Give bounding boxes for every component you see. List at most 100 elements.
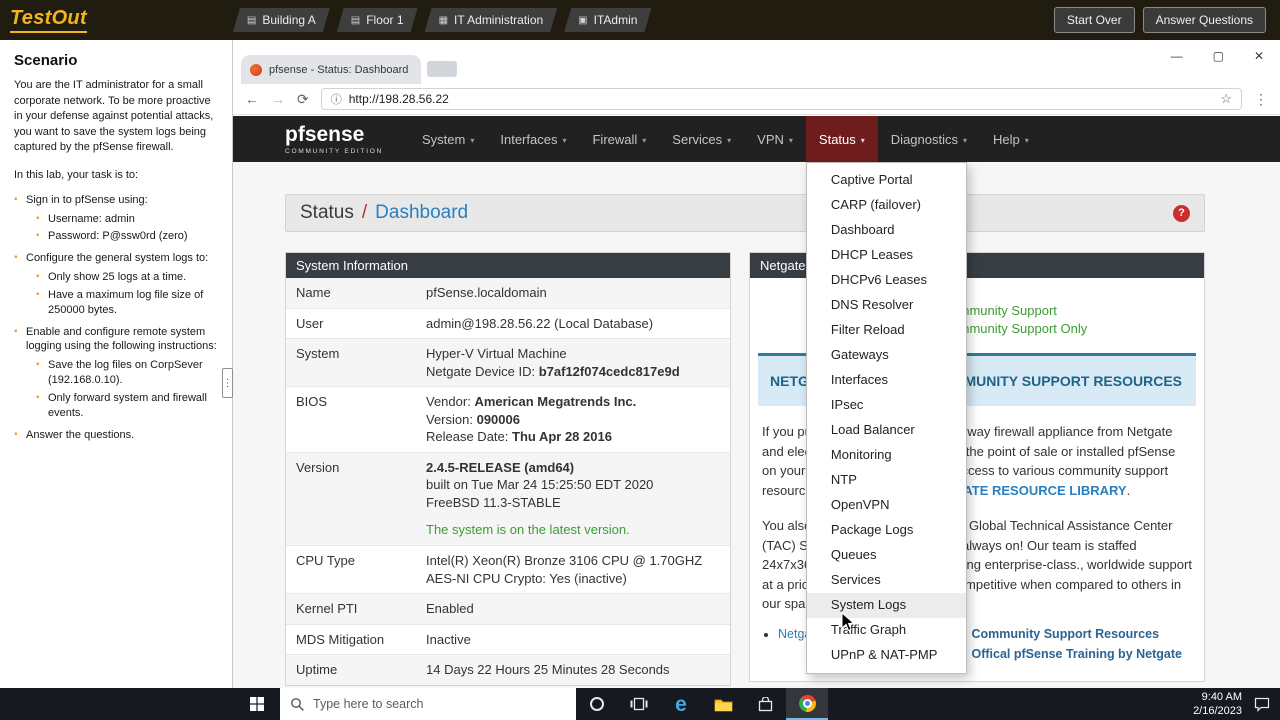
nav-system[interactable]: System ▾ [409,116,487,162]
new-tab-button[interactable] [427,61,457,77]
url-text: http://198.28.56.22 [348,92,449,106]
subtask-item: Username: admin [36,212,218,227]
bookmark-star-icon[interactable]: ☆ [1220,91,1232,107]
dashboard-content: System Information Name pfSense.localdoma… [285,252,1205,686]
taskbar-search-input[interactable]: Type here to search [280,688,576,720]
start-over-button[interactable]: Start Over [1053,7,1135,33]
edge-button[interactable]: e [660,688,702,720]
task-text: Sign in to pfSense using: [26,193,148,206]
nav-vpn[interactable]: VPN ▾ [744,116,806,162]
back-button[interactable]: ← [245,91,259,107]
forward-button[interactable]: → [271,91,285,107]
chrome-button[interactable] [786,688,828,720]
clock-date: 2/16/2023 [1193,705,1242,717]
notifications-icon[interactable] [1254,697,1270,712]
nav-interfaces[interactable]: Interfaces ▾ [487,116,579,162]
system-information-header: System Information [286,253,730,278]
menu-item-dhcpv6-leases[interactable]: DHCPv6 Leases [807,268,966,293]
menu-item-monitoring[interactable]: Monitoring [807,443,966,468]
answer-questions-button[interactable]: Answer Questions [1142,7,1266,33]
table-row: Name pfSense.localdomain [286,278,730,309]
breadcrumb-item-itadmin[interactable]: ▣ ITAdmin [564,8,651,32]
menu-item-traffic-graph[interactable]: Traffic Graph [807,618,966,643]
nav-label: Interfaces [500,131,558,147]
nav-label: Help [993,131,1020,147]
nav-status[interactable]: Status ▾ Captive Portal CARP (failover) Dash… [805,116,967,674]
nav-services[interactable]: Services ▾ [659,116,744,162]
menu-item-load-balancer[interactable]: Load Balancer [807,418,966,443]
pfsense-logo[interactable]: pfsense COMMUNITY EDITION [285,116,383,162]
breadcrumb-item-it-administration[interactable]: ▦ IT Administration [425,8,558,32]
chevron-down-icon: ▾ [1024,135,1029,145]
close-button[interactable]: ✕ [1254,49,1264,63]
pfsense-nav: System ▾ Interfaces ▾ Firewall ▾ Services ▾ VPN ▾… [409,116,1042,674]
menu-item-dhcp-leases[interactable]: DHCP Leases [807,243,966,268]
menu-item-ntp[interactable]: NTP [807,468,966,493]
cortana-button[interactable] [576,688,618,720]
nav-firewall[interactable]: Firewall ▾ [579,116,659,162]
site-info-icon[interactable]: ⓘ [331,91,342,107]
row-value: 14 Days 22 Hours 25 Minutes 28 Seconds [416,654,730,685]
window-controls: — ▢ ✕ [1171,49,1264,63]
layers-icon: ▤ [246,14,257,26]
menu-item-openvpn[interactable]: OpenVPN [807,493,966,518]
address-bar[interactable]: ⓘ http://198.28.56.22 ☆ [320,88,1242,110]
menu-item-dns-resolver[interactable]: DNS Resolver [807,293,966,318]
taskbar-clock[interactable]: 9:40 AM 2/16/2023 [1193,690,1242,719]
menu-item-dashboard[interactable]: Dashboard [807,218,966,243]
help-icon[interactable]: ? [1173,204,1190,222]
reload-button[interactable]: ⟳ [297,91,309,108]
nav-help[interactable]: Help ▾ [980,116,1042,162]
subtask-item: Save the log files on CorpSever (192.168… [36,358,218,388]
start-button[interactable] [234,688,280,720]
pfsense-page: pfsense COMMUNITY EDITION System ▾ Interfa… [233,116,1280,688]
community-support-resources-link[interactable]: Community Support Resources [972,627,1160,641]
menu-item-captive-portal[interactable]: Captive Portal [807,168,966,193]
clock-time: 9:40 AM [1201,690,1242,703]
menu-item-filter-reload[interactable]: Filter Reload [807,318,966,343]
row-value: Hyper-V Virtual Machine Netgate Device ID… [416,338,730,387]
breadcrumb-item-floor-1[interactable]: ▤ Floor 1 [337,8,418,32]
contract-line[interactable]: Community Support [942,302,1194,320]
system-info-table-body: Name pfSense.localdomain User admin@198.28.… [286,278,730,685]
row-value: admin@198.28.56.22 (Local Database) [416,307,730,339]
breadcrumb: Status / Dashboard ? [285,194,1205,232]
nav-diagnostics[interactable]: Diagnostics ▾ [878,116,980,162]
row-label: Name [296,285,331,300]
breadcrumb-item-building-a[interactable]: ▤ Building A [233,8,330,32]
maximize-button[interactable]: ▢ [1213,49,1224,63]
testout-topbar: TestOut ▤ Building A ▤ Floor 1 ▦ IT Administr… [0,0,1280,40]
task-view-button[interactable] [618,688,660,720]
menu-item-queues[interactable]: Queues [807,543,966,568]
edge-icon: e [675,692,687,716]
minimize-button[interactable]: — [1171,49,1183,63]
chevron-down-icon: ▾ [788,135,793,145]
menu-item-package-logs[interactable]: Package Logs [807,518,966,543]
contract-line[interactable]: Community Support Only [942,320,1194,338]
subtask-item: Only forward system and firewall events. [36,391,218,421]
search-placeholder: Type here to search [313,697,424,711]
sidebar-resize-handle[interactable]: ⋮ [222,368,233,398]
nav-label: Diagnostics [890,131,958,147]
browser-menu-icon[interactable]: ⋮ [1254,91,1268,108]
menu-item-interfaces[interactable]: Interfaces [807,368,966,393]
menu-item-system-logs[interactable]: System Logs [806,593,966,618]
menu-item-gateways[interactable]: Gateways [807,343,966,368]
row-label: Uptime [286,654,416,685]
breadcrumb-label: IT Administration [454,13,544,27]
row-label: Version [286,451,416,546]
menu-item-upnp-nat-pmp[interactable]: UPnP & NAT-PMP [807,643,966,668]
file-explorer-button[interactable] [702,688,744,720]
breadcrumb-page-link[interactable]: Dashboard [375,202,468,224]
offical-pfsense-training-by-netgate-link[interactable]: Offical pfSense Training by Netgate [972,647,1182,661]
store-button[interactable] [744,688,786,720]
menu-item-ipsec[interactable]: IPsec [807,393,966,418]
subtask-list: Only show 25 logs at a time. Have a maxim… [26,270,218,318]
tab-title: pfsense - Status: Dashboard [269,63,409,76]
task-item: Enable and configure remote system loggi… [14,325,218,421]
table-row: BIOS Vendor: American Megatrends Inc. Vers… [286,386,730,453]
browser-tab[interactable]: pfsense - Status: Dashboard [241,55,421,84]
building-icon: ▦ [438,14,449,26]
menu-item-services[interactable]: Services [807,568,966,593]
menu-item-carp-failover[interactable]: CARP (failover) [807,193,966,218]
